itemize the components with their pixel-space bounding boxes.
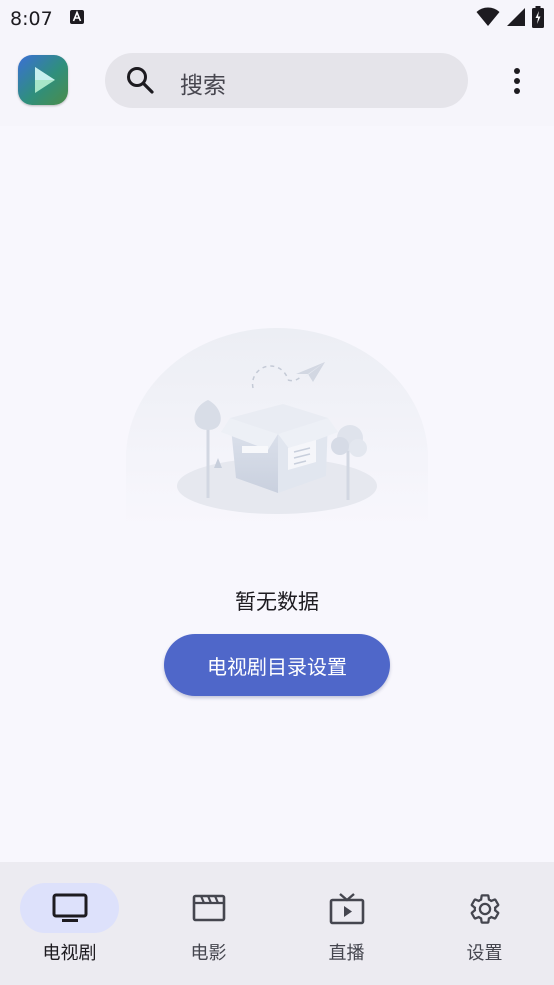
nav-label-settings: 设置 bbox=[466, 943, 503, 964]
nav-item-movies[interactable]: 电影 bbox=[139, 862, 278, 985]
movie-clapper-icon bbox=[192, 892, 226, 928]
play-logo-icon[interactable] bbox=[18, 55, 68, 105]
nav-item-live[interactable]: 直播 bbox=[277, 862, 416, 985]
signal-icon bbox=[506, 7, 526, 31]
gear-icon bbox=[468, 892, 502, 930]
tv-directory-settings-button[interactable]: 电视剧目录设置 bbox=[164, 634, 390, 696]
battery-charging-icon bbox=[532, 6, 544, 32]
nav-label-movies: 电影 bbox=[190, 943, 227, 964]
nav-label-tv-series: 电视剧 bbox=[42, 943, 97, 964]
bottom-navigation: 电视剧 电影 直播 设置 bbox=[0, 862, 554, 985]
more-vert-icon bbox=[514, 68, 520, 94]
nav-label-live: 直播 bbox=[328, 943, 365, 964]
tv-icon bbox=[52, 892, 88, 928]
main-content: 暂无数据 电视剧目录设置 bbox=[0, 126, 554, 862]
more-options-button[interactable] bbox=[497, 56, 537, 106]
status-bar: 8:07 bbox=[0, 0, 554, 38]
empty-box-illustration bbox=[118, 328, 436, 532]
search-placeholder: 搜索 bbox=[180, 73, 226, 99]
status-time: 8:07 bbox=[10, 8, 53, 30]
wifi-icon bbox=[476, 7, 500, 31]
nav-item-tv-series[interactable]: 电视剧 bbox=[0, 862, 139, 985]
search-input[interactable]: 搜索 bbox=[105, 53, 468, 108]
search-icon bbox=[125, 65, 155, 99]
nav-item-settings[interactable]: 设置 bbox=[415, 862, 554, 985]
top-app-bar: 搜索 bbox=[0, 38, 554, 126]
live-tv-icon bbox=[329, 892, 365, 930]
empty-state-message: 暂无数据 bbox=[235, 590, 319, 614]
a-notification-icon bbox=[69, 9, 85, 29]
